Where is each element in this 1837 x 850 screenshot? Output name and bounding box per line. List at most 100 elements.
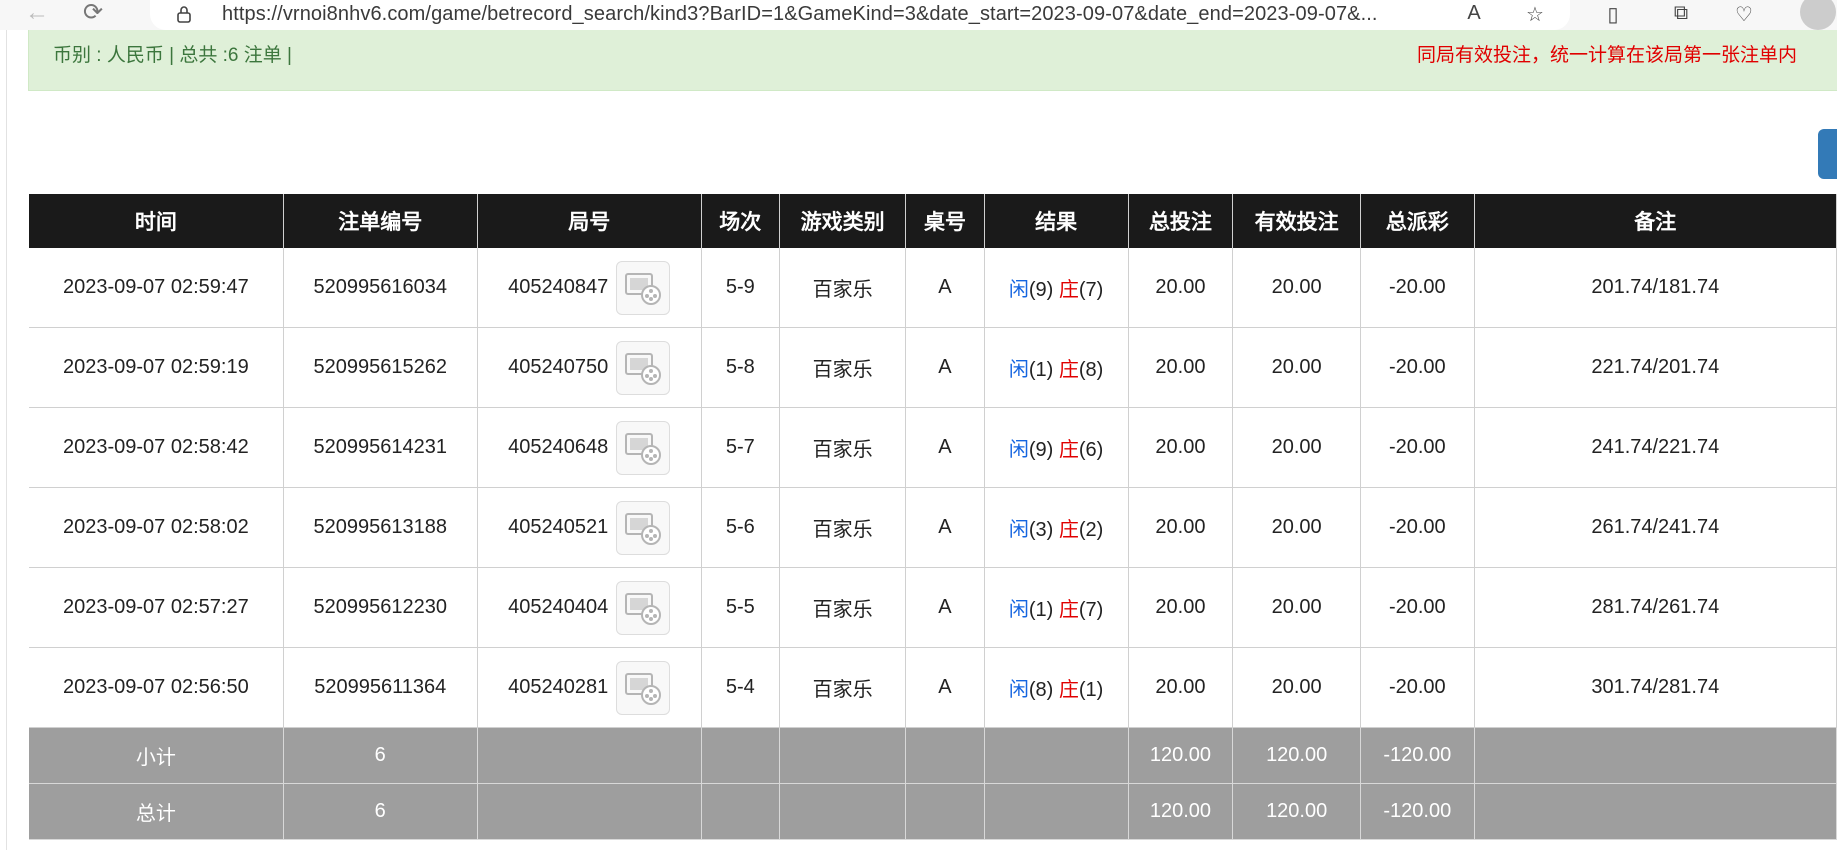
header-game-type: 游戏类别 [779, 194, 907, 248]
bet-id: 520995613188 [283, 487, 478, 568]
bet-record-table: 时间 注单编号 局号 场次 游戏类别 桌号 结果 总投注 有效投注 总派彩 备注… [29, 194, 1837, 840]
total-bet: 20.00 [1128, 647, 1234, 728]
session: 5-7 [701, 407, 780, 488]
round-number: 405240404 [508, 596, 609, 618]
result-cell: 闲(9) 庄(7) [984, 248, 1129, 328]
valid-bet: 20.00 [1232, 327, 1362, 408]
browser-toolbar: ← ⟳ https://vrnoi8nhv6.com/game/betrecor… [0, 0, 1837, 30]
grand-total-valid-bet: 120.00 [1232, 783, 1362, 840]
banker-score: (2) [1078, 519, 1104, 541]
player-score: (9) [1028, 439, 1054, 461]
result-cell: 闲(9) 庄(6) [984, 407, 1129, 488]
split-screen-icon[interactable]: ▯ [1599, 2, 1627, 28]
back-arrow-icon[interactable]: ← [22, 0, 52, 30]
video-replay-icon[interactable] [616, 260, 671, 315]
banker-score: (1) [1078, 679, 1104, 701]
valid-bet: 20.00 [1232, 248, 1362, 328]
grand-total-label: 总计 [29, 783, 284, 840]
result-cell: 闲(8) 庄(1) [984, 647, 1129, 728]
profile-avatar[interactable] [1800, 0, 1836, 30]
bet-id: 520995611364 [283, 647, 478, 728]
collections-icon[interactable]: ⧉ [1667, 2, 1695, 28]
grand-total-row: 总计 6 120.00 120.00 -120.00 [29, 783, 1837, 840]
session: 5-9 [701, 248, 780, 328]
side-button[interactable] [1818, 129, 1837, 179]
remark: 241.74/221.74 [1474, 407, 1837, 488]
result-cell: 闲(1) 庄(7) [984, 567, 1129, 648]
total-bet: 20.00 [1128, 487, 1234, 568]
table-row: 2023-09-07 02:58:42 520995614231 405240648… [29, 407, 1837, 488]
bet-time: 2023-09-07 02:58:02 [29, 487, 284, 568]
banker-label: 庄 [1058, 679, 1079, 701]
bet-id: 520995615262 [283, 327, 478, 408]
table-row: 2023-09-07 02:58:02 520995613188 405240521… [29, 487, 1837, 568]
remark: 281.74/261.74 [1474, 567, 1837, 648]
refresh-icon[interactable]: ⟳ [78, 0, 108, 30]
video-replay-icon[interactable] [616, 340, 671, 395]
browser-essentials-icon[interactable]: ♡ [1730, 2, 1758, 28]
player-score: (1) [1028, 599, 1054, 621]
total-bet: 20.00 [1128, 248, 1234, 328]
valid-bet: 20.00 [1232, 647, 1362, 728]
read-aloud-icon[interactable]: A [1460, 2, 1488, 28]
header-total-bet: 总投注 [1128, 194, 1234, 248]
round-cell: 405240521 [477, 487, 702, 568]
banker-score: (8) [1078, 359, 1104, 381]
round-cell: 405240281 [477, 647, 702, 728]
banker-label: 庄 [1058, 359, 1079, 381]
table-number: A [905, 327, 985, 408]
round-number: 405240750 [508, 356, 609, 378]
session: 5-5 [701, 567, 780, 648]
banker-label: 庄 [1058, 279, 1079, 301]
banker-label: 庄 [1058, 599, 1079, 621]
video-replay-icon[interactable] [616, 500, 671, 555]
game-type: 百家乐 [779, 407, 907, 488]
player-score: (1) [1028, 359, 1054, 381]
header-payout: 总派彩 [1360, 194, 1475, 248]
banker-score: (7) [1078, 599, 1104, 621]
header-valid-bet: 有效投注 [1232, 194, 1362, 248]
payout: -20.00 [1360, 327, 1475, 408]
valid-bet: 20.00 [1232, 487, 1362, 568]
game-type: 百家乐 [779, 567, 907, 648]
bet-time: 2023-09-07 02:56:50 [29, 647, 284, 728]
table-row: 2023-09-07 02:56:50 520995611364 405240281… [29, 647, 1837, 728]
header-bet-id: 注单编号 [283, 194, 478, 248]
url-text[interactable]: https://vrnoi8nhv6.com/game/betrecord_se… [222, 3, 1378, 26]
result-cell: 闲(3) 庄(2) [984, 487, 1129, 568]
address-bar[interactable]: https://vrnoi8nhv6.com/game/betrecord_se… [150, 0, 1570, 30]
table-number: A [905, 647, 985, 728]
video-replay-icon[interactable] [616, 660, 671, 715]
header-remark: 备注 [1474, 194, 1837, 248]
bet-time: 2023-09-07 02:58:42 [29, 407, 284, 488]
table-row: 2023-09-07 02:59:19 520995615262 405240750… [29, 327, 1837, 408]
video-replay-icon[interactable] [616, 420, 671, 475]
player-label: 闲 [1008, 439, 1029, 461]
valid-bet: 20.00 [1232, 567, 1362, 648]
bet-time: 2023-09-07 02:59:19 [29, 327, 284, 408]
header-round: 局号 [477, 194, 702, 248]
subtotal-label: 小计 [29, 727, 284, 784]
player-score: (3) [1028, 519, 1054, 541]
grand-total-count: 6 [283, 783, 478, 840]
table-number: A [905, 407, 985, 488]
remark: 201.74/181.74 [1474, 248, 1837, 328]
player-score: (8) [1028, 679, 1054, 701]
table-number: A [905, 567, 985, 648]
game-type: 百家乐 [779, 647, 907, 728]
game-type: 百家乐 [779, 327, 907, 408]
payout: -20.00 [1360, 248, 1475, 328]
player-score: (9) [1028, 279, 1054, 301]
round-cell: 405240750 [477, 327, 702, 408]
video-replay-icon[interactable] [616, 580, 671, 635]
result-cell: 闲(1) 庄(8) [984, 327, 1129, 408]
table-number: A [905, 248, 985, 328]
subtotal-valid-bet: 120.00 [1232, 727, 1362, 784]
remark: 221.74/201.74 [1474, 327, 1837, 408]
game-type: 百家乐 [779, 487, 907, 568]
player-label: 闲 [1008, 279, 1029, 301]
bet-id: 520995614231 [283, 407, 478, 488]
banker-score: (7) [1078, 279, 1104, 301]
header-session: 场次 [701, 194, 780, 248]
favorite-star-icon[interactable]: ☆ [1521, 2, 1549, 28]
